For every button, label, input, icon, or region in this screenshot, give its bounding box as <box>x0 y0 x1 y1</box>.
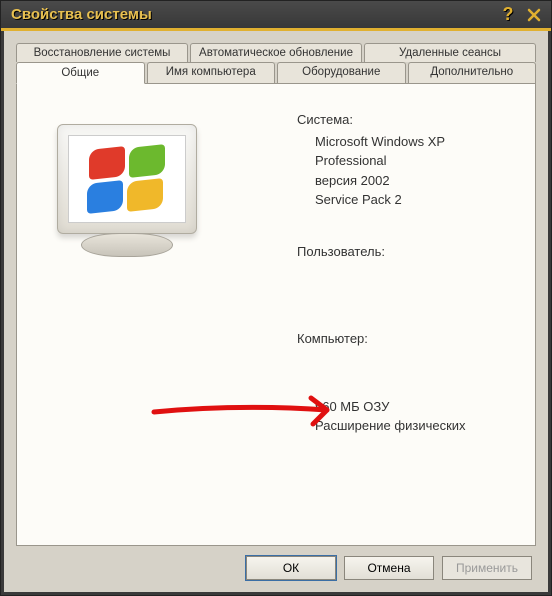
tab-remote[interactable]: Удаленные сеансы <box>364 43 536 62</box>
info-column: Система: Microsoft Windows XP Profession… <box>297 104 515 436</box>
ram-value: 960 МБ ОЗУ <box>315 397 515 417</box>
computer-heading: Компьютер: <box>297 329 515 349</box>
tab-computer-name[interactable]: Имя компьютера <box>147 62 276 84</box>
tabstrip: Восстановление системы Автоматическое об… <box>16 43 536 84</box>
tab-hardware[interactable]: Оборудование <box>277 62 406 84</box>
cancel-button[interactable]: Отмена <box>344 556 434 580</box>
ok-button[interactable]: ОК <box>246 556 336 580</box>
system-line-1: Microsoft Windows XP <box>315 132 515 152</box>
user-heading: Пользователь: <box>297 242 515 262</box>
help-icon[interactable]: ? <box>497 4 519 26</box>
system-properties-window: Свойства системы ? Восстановление систем… <box>0 0 552 596</box>
tab-auto-update[interactable]: Автоматическое обновление <box>190 43 362 62</box>
apply-button: Применить <box>442 556 532 580</box>
client-area: Восстановление системы Автоматическое об… <box>1 31 551 595</box>
system-heading: Система: <box>297 110 515 130</box>
system-line-3: версия 2002 <box>315 171 515 191</box>
tab-advanced[interactable]: Дополнительно <box>408 62 537 84</box>
tab-panel-general: Система: Microsoft Windows XP Profession… <box>16 83 536 546</box>
titlebar: Свойства системы ? <box>1 1 551 29</box>
tab-system-restore[interactable]: Восстановление системы <box>16 43 188 62</box>
system-line-2: Professional <box>315 151 515 171</box>
close-icon[interactable] <box>523 4 545 26</box>
window-title: Свойства системы <box>11 6 152 23</box>
tab-general[interactable]: Общие <box>16 62 145 84</box>
button-row: ОК Отмена Применить <box>16 546 536 582</box>
system-line-4: Service Pack 2 <box>315 190 515 210</box>
windows-logo <box>57 124 217 274</box>
physical-ext: Расширение физических <box>315 416 515 436</box>
